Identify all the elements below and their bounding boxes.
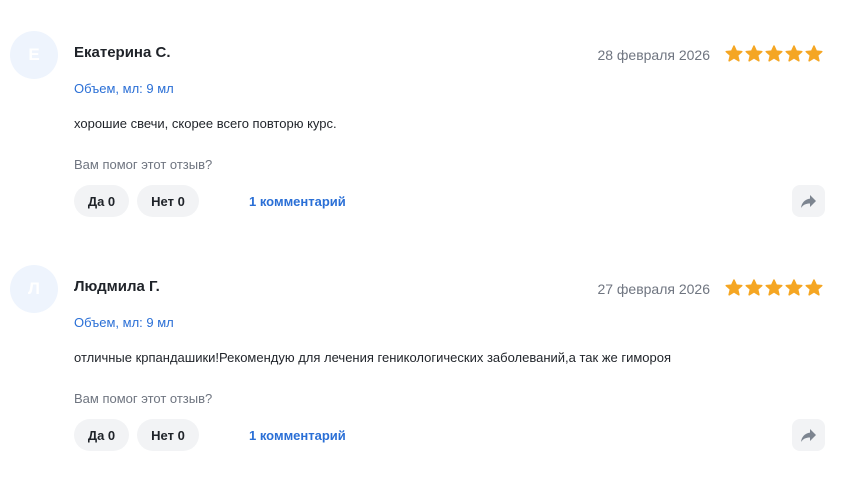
review-author: Екатерина С.: [74, 44, 171, 61]
helpful-yes-label: Да 0: [87, 193, 116, 209]
star-icon: [745, 279, 763, 296]
helpful-no-button[interactable]: Нет 0: [137, 185, 199, 217]
share-button[interactable]: [792, 419, 825, 451]
review-text: хорошие свечи, скорее всего повторю курс…: [74, 116, 337, 131]
rating-stars: [725, 45, 823, 63]
star-icon: [765, 45, 783, 62]
star-icon: [805, 45, 823, 62]
helpful-no-button[interactable]: Нет 0: [137, 419, 199, 451]
helpful-no-label: Нет 0: [151, 427, 185, 443]
share-button[interactable]: [792, 185, 825, 217]
star-icon: [805, 279, 823, 296]
review-variant: Объем, мл: 9 мл: [74, 315, 174, 330]
star-icon: [785, 45, 803, 62]
helpful-yes-button[interactable]: Да 0: [74, 419, 129, 451]
comments-link[interactable]: 1 комментарий: [249, 428, 346, 443]
helpful-prompt: Вам помог этот отзыв?: [74, 157, 213, 172]
avatar: Л: [10, 265, 58, 313]
comments-link[interactable]: 1 комментарий: [249, 194, 346, 209]
helpful-yes-button[interactable]: Да 0: [74, 185, 129, 217]
review-variant: Объем, мл: 9 мл: [74, 81, 174, 96]
star-icon: [765, 279, 783, 296]
review-date: 28 февраля 2026: [597, 47, 710, 63]
share-arrow-icon: [801, 194, 816, 208]
star-icon: [745, 45, 763, 62]
review-date: 27 февраля 2026: [597, 281, 710, 297]
share-arrow-icon: [801, 428, 816, 442]
review-card: Е Екатерина С. 28 февраля 2026 Объем, мл…: [0, 0, 851, 230]
star-icon: [725, 45, 743, 62]
star-icon: [785, 279, 803, 296]
review-text: отличные крпандашики!Рекомендую для лече…: [74, 350, 672, 365]
helpful-yes-label: Да 0: [87, 427, 116, 443]
review-author: Людмила Г.: [74, 278, 160, 295]
helpful-no-label: Нет 0: [151, 193, 185, 209]
rating-stars: [725, 279, 823, 297]
star-icon: [725, 279, 743, 296]
helpful-prompt: Вам помог этот отзыв?: [74, 391, 213, 406]
review-card: Л Людмила Г. 27 февраля 2026 Объем, мл: …: [0, 234, 851, 464]
avatar: Е: [10, 31, 58, 79]
